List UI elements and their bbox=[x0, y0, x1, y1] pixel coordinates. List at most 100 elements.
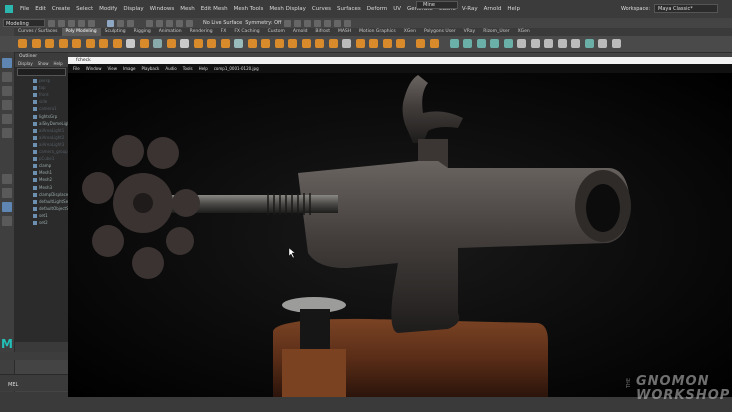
redo-icon[interactable] bbox=[88, 19, 95, 27]
live-surface-label[interactable]: No Live Surface bbox=[203, 20, 242, 26]
shelf-tool-icon[interactable] bbox=[598, 39, 607, 48]
shelf-tool-icon[interactable] bbox=[207, 39, 216, 48]
viewer-menu-help[interactable]: Help bbox=[196, 66, 211, 71]
move-tool-icon[interactable] bbox=[2, 100, 12, 110]
shelf-tool-icon[interactable] bbox=[396, 39, 405, 48]
menu-modify[interactable]: Modify bbox=[96, 6, 120, 12]
outliner-row[interactable]: clampDisplacement bbox=[15, 191, 68, 198]
renderer-select[interactable]: Mine bbox=[416, 1, 458, 9]
shelf-tool-icon[interactable] bbox=[18, 39, 27, 48]
shelf-tool-icon[interactable] bbox=[45, 39, 54, 48]
menu-mesh-tools[interactable]: Mesh Tools bbox=[231, 6, 267, 12]
outliner-menu-display[interactable]: Display bbox=[18, 60, 33, 67]
hypershade-icon[interactable] bbox=[324, 19, 332, 27]
shelf-tool-icon[interactable] bbox=[85, 39, 95, 48]
outliner-row[interactable]: set1 bbox=[15, 212, 68, 219]
scale-tool-icon[interactable] bbox=[2, 128, 12, 138]
shelf-tab-animation[interactable]: Animation bbox=[155, 28, 186, 36]
shelf-tab-poly-modeling[interactable]: Poly Modeling bbox=[61, 28, 101, 36]
menu-mesh[interactable]: Mesh bbox=[177, 6, 197, 12]
outliner-row[interactable]: side bbox=[15, 98, 68, 105]
shelf-tool-icon[interactable] bbox=[166, 39, 176, 48]
shelf-tab-bifrost[interactable]: Bifrost bbox=[311, 28, 334, 36]
rotate-tool-icon[interactable] bbox=[2, 114, 12, 124]
viewer-menu-file[interactable]: File bbox=[70, 66, 83, 71]
new-scene-icon[interactable] bbox=[48, 19, 55, 27]
viewer-menu-playback[interactable]: Playback bbox=[139, 66, 163, 71]
shelf-tool-icon[interactable] bbox=[328, 39, 338, 48]
menu-mesh-display[interactable]: Mesh Display bbox=[266, 6, 309, 12]
time-slider[interactable] bbox=[15, 342, 68, 352]
shelf-tool-icon[interactable] bbox=[112, 39, 122, 48]
snap-curve-icon[interactable] bbox=[156, 19, 163, 27]
viewer-menu-image[interactable]: Image bbox=[120, 66, 139, 71]
shelf-tool-icon[interactable] bbox=[517, 39, 526, 48]
menu-edit[interactable]: Edit bbox=[32, 6, 49, 12]
viewer-menu-tools[interactable]: Tools bbox=[180, 66, 196, 71]
shelf-tab-mash[interactable]: MASH bbox=[334, 28, 355, 36]
save-scene-icon[interactable] bbox=[68, 19, 75, 27]
shelf-tool-icon[interactable] bbox=[315, 39, 324, 48]
shelf-tool-icon[interactable] bbox=[261, 39, 270, 48]
shelf-tool-icon[interactable] bbox=[503, 39, 513, 48]
outliner-row[interactable]: clamp bbox=[15, 162, 68, 169]
shelf-tool-icon[interactable] bbox=[342, 39, 351, 48]
shelf-tool-icon[interactable] bbox=[490, 39, 499, 48]
menu-display[interactable]: Display bbox=[120, 6, 146, 12]
shelf-tool-icon[interactable] bbox=[58, 39, 68, 48]
shelf-tool-icon[interactable] bbox=[611, 39, 621, 48]
select-tool-icon[interactable] bbox=[2, 58, 12, 68]
shelf-tab-polygons-user[interactable]: Polygons User bbox=[420, 28, 460, 36]
menu-help[interactable]: Help bbox=[504, 6, 523, 12]
shelf-tool-icon[interactable] bbox=[476, 39, 486, 48]
snap-view-icon[interactable] bbox=[176, 19, 183, 27]
arnold-render-view-icon[interactable] bbox=[334, 19, 342, 27]
outliner-row[interactable]: defaultLightSet bbox=[15, 198, 68, 205]
shelf-tool-icon[interactable] bbox=[449, 39, 459, 48]
shelf-tool-icon[interactable] bbox=[220, 39, 230, 48]
shelf-tool-icon[interactable] bbox=[274, 39, 284, 48]
outliner-row[interactable]: aiSkyDomeLight1 bbox=[15, 120, 68, 127]
outliner-layout-icon[interactable] bbox=[2, 202, 12, 212]
undo-icon[interactable] bbox=[78, 19, 85, 27]
shelf-tool-icon[interactable] bbox=[429, 39, 439, 48]
viewer-menu-view[interactable]: View bbox=[104, 66, 120, 71]
menu-deform[interactable]: Deform bbox=[364, 6, 390, 12]
shelf-tab-sculpting[interactable]: Sculpting bbox=[101, 28, 130, 36]
viewer-menu-audio[interactable]: Audio bbox=[162, 66, 179, 71]
menu-select[interactable]: Select bbox=[73, 6, 96, 12]
select-by-hierarchy-icon[interactable] bbox=[107, 19, 114, 27]
shelf-tool-icon[interactable] bbox=[369, 39, 378, 48]
outliner-search-input[interactable] bbox=[17, 68, 66, 76]
shelf-tab-rizom-user[interactable]: Rizom_User bbox=[479, 28, 513, 36]
shelf-tab-curves-surfaces[interactable]: Curves / Surfaces bbox=[14, 28, 62, 36]
construction-history-icon[interactable] bbox=[284, 19, 292, 27]
shelf-tool-icon[interactable] bbox=[99, 39, 108, 48]
four-view-layout-icon[interactable] bbox=[2, 188, 12, 198]
shelf-tab-motion-graphics[interactable]: Motion Graphics bbox=[355, 28, 400, 36]
menu-file[interactable]: File bbox=[17, 6, 32, 12]
range-slider[interactable] bbox=[0, 352, 68, 360]
menu-curves[interactable]: Curves bbox=[309, 6, 334, 12]
select-by-object-icon[interactable] bbox=[117, 19, 124, 27]
menu-set-select[interactable]: Modeling bbox=[3, 19, 45, 27]
outliner-row[interactable]: aiAreaLight3 bbox=[15, 141, 68, 148]
shelf-tool-icon[interactable] bbox=[139, 39, 149, 48]
shelf-tab-fx-caching[interactable]: FX Caching bbox=[230, 28, 263, 36]
outliner-menu-show[interactable]: Show bbox=[38, 60, 49, 67]
outliner-menu-help[interactable]: Help bbox=[54, 60, 63, 67]
shelf-tool-icon[interactable] bbox=[584, 39, 594, 48]
shelf-tool-icon[interactable] bbox=[530, 39, 540, 48]
shelf-tool-icon[interactable] bbox=[463, 39, 472, 48]
menu-arnold[interactable]: Arnold bbox=[481, 6, 505, 12]
shelf-tab-xgen[interactable]: XGen bbox=[400, 28, 420, 36]
outliner-row[interactable]: Mesh3 bbox=[15, 184, 68, 191]
shelf-tool-icon[interactable] bbox=[355, 39, 365, 48]
shelf-tool-icon[interactable] bbox=[153, 39, 162, 48]
menu-windows[interactable]: Windows bbox=[147, 6, 178, 12]
single-view-layout-icon[interactable] bbox=[2, 174, 12, 184]
outliner-row[interactable]: lightsGrp bbox=[15, 113, 68, 120]
outliner-row[interactable]: camera1 bbox=[15, 105, 68, 112]
lasso-tool-icon[interactable] bbox=[2, 72, 12, 82]
menu-uv[interactable]: UV bbox=[390, 6, 404, 12]
